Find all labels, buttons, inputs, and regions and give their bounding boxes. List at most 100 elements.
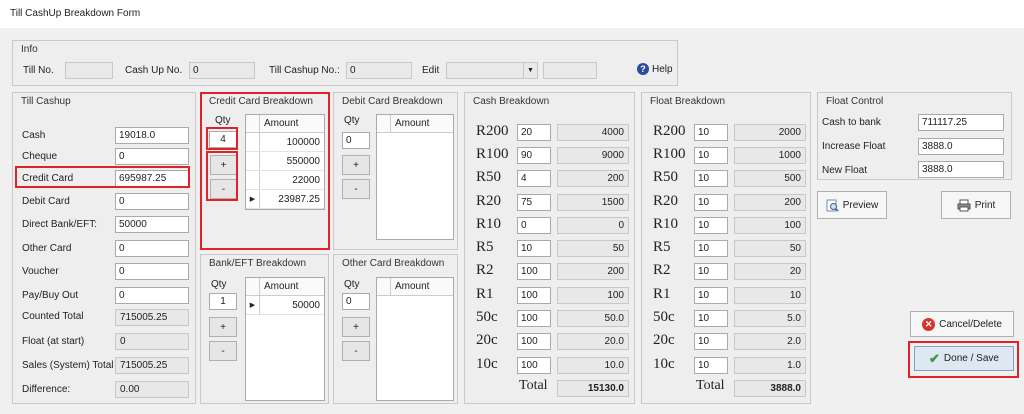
till-row-field[interactable]: 19018.0 bbox=[115, 127, 189, 144]
denomination-qty-field[interactable]: 20 bbox=[517, 124, 551, 141]
denomination-qty-field[interactable]: 100 bbox=[517, 287, 551, 304]
bank-amount-table[interactable]: Amount ▶ 50000 bbox=[245, 277, 325, 401]
debit-minus-button[interactable]: - bbox=[342, 179, 370, 199]
denomination-total: 20 bbox=[734, 263, 806, 280]
denomination-total: 0 bbox=[557, 217, 629, 234]
bank-minus-button[interactable]: - bbox=[209, 341, 237, 361]
denomination-qty-field[interactable]: 10 bbox=[694, 170, 728, 187]
till-row-field[interactable]: 0 bbox=[115, 287, 189, 304]
denomination-qty-field[interactable]: 10 bbox=[694, 357, 728, 374]
cash-to-bank-field[interactable]: 711117.25 bbox=[918, 114, 1004, 131]
denomination-label: R100 bbox=[653, 146, 686, 162]
cash-breakdown-title: Cash Breakdown bbox=[473, 96, 550, 107]
till-no-field[interactable] bbox=[65, 62, 113, 79]
denomination-qty-field[interactable]: 4 bbox=[517, 170, 551, 187]
till-row-field[interactable]: 0 bbox=[115, 148, 189, 165]
chevron-down-icon[interactable]: ▼ bbox=[523, 63, 537, 78]
denomination-qty-field[interactable]: 10 bbox=[694, 217, 728, 234]
difference-label: Difference: bbox=[22, 384, 71, 395]
bank-eft-title: Bank/EFT Breakdown bbox=[209, 258, 307, 269]
row-indicator: ▶ bbox=[246, 296, 260, 314]
cash-to-bank-label: Cash to bank bbox=[822, 117, 881, 128]
denomination-label: R2 bbox=[476, 262, 494, 278]
debit-plus-button[interactable]: + bbox=[342, 155, 370, 175]
float-breakdown-title: Float Breakdown bbox=[650, 96, 726, 107]
bank-plus-button[interactable]: + bbox=[209, 317, 237, 337]
till-row-field[interactable]: 0 bbox=[115, 240, 189, 257]
denomination-label: R50 bbox=[476, 169, 502, 185]
till-row-field[interactable]: 50000 bbox=[115, 216, 189, 233]
denomination-qty-field[interactable]: 10 bbox=[694, 287, 728, 304]
bank-qty-label: Qty bbox=[211, 279, 227, 290]
cashup-no-label: Cash Up No. bbox=[125, 65, 183, 76]
denomination-qty-field[interactable]: 10 bbox=[694, 240, 728, 257]
denomination-total: 50 bbox=[734, 240, 806, 257]
cashup-no-field[interactable]: 0 bbox=[189, 62, 255, 79]
preview-button[interactable]: Preview bbox=[817, 191, 887, 219]
denomination-qty-field[interactable]: 100 bbox=[517, 333, 551, 350]
amount-value[interactable]: 50000 bbox=[260, 296, 324, 314]
till-row-label: Cash bbox=[22, 130, 46, 141]
window-title: Till CashUp Breakdown Form bbox=[0, 0, 1024, 28]
difference-value: 0.00 bbox=[115, 381, 189, 398]
denomination-qty-field[interactable]: 10 bbox=[694, 124, 728, 141]
window: Till CashUp Breakdown Form Info Till No.… bbox=[0, 0, 1024, 414]
denomination-label: 50c bbox=[476, 309, 498, 325]
debit-card-group: Debit Card Breakdown Qty 0 + - Amount bbox=[333, 92, 458, 250]
debit-qty-label: Qty bbox=[344, 115, 360, 126]
new-float-field[interactable]: 3888.0 bbox=[918, 161, 1004, 178]
denomination-qty-field[interactable]: 100 bbox=[517, 310, 551, 327]
cancel-delete-label: Cancel/Delete bbox=[939, 318, 1002, 330]
denomination-qty-field[interactable]: 100 bbox=[517, 263, 551, 280]
till-cashup-no-field[interactable]: 0 bbox=[346, 62, 412, 79]
denomination-qty-field[interactable]: 100 bbox=[517, 357, 551, 374]
cancel-delete-button[interactable]: ✕ Cancel/Delete bbox=[910, 311, 1014, 337]
other-plus-button[interactable]: + bbox=[342, 317, 370, 337]
denomination-qty-field[interactable]: 75 bbox=[517, 194, 551, 211]
denomination-total: 1500 bbox=[557, 194, 629, 211]
till-cashup-no-label: Till Cashup No.: bbox=[269, 65, 340, 76]
denomination-total: 50.0 bbox=[557, 310, 629, 327]
bank-amount-header: Amount bbox=[264, 281, 299, 292]
info-title: Info bbox=[21, 44, 38, 55]
other-amount-table[interactable]: Amount bbox=[376, 277, 454, 401]
cash-breakdown-group: Cash Breakdown R200 20 4000 R100 90 9000 R50 4 2… bbox=[464, 92, 635, 404]
denomination-qty-field[interactable]: 0 bbox=[517, 217, 551, 234]
denomination-label: R50 bbox=[653, 169, 679, 185]
help-button[interactable]: ? Help bbox=[637, 63, 673, 75]
denomination-qty-field[interactable]: 10 bbox=[694, 333, 728, 350]
denomination-qty-field[interactable]: 10 bbox=[694, 147, 728, 164]
denomination-label: R5 bbox=[476, 239, 494, 255]
denomination-label: R20 bbox=[653, 193, 679, 209]
credit-qty-highlight bbox=[206, 127, 238, 150]
debit-qty-field[interactable]: 0 bbox=[342, 132, 370, 149]
cancel-icon: ✕ bbox=[922, 317, 936, 331]
float-total-value: 3888.0 bbox=[734, 380, 806, 397]
till-row-field[interactable]: 0 bbox=[115, 263, 189, 280]
till-row-label: Direct Bank/EFT: bbox=[22, 219, 98, 230]
denomination-total: 2.0 bbox=[734, 333, 806, 350]
increase-float-field[interactable]: 3888.0 bbox=[918, 138, 1004, 155]
debit-amount-table[interactable]: Amount bbox=[376, 114, 454, 240]
denomination-qty-field[interactable]: 10 bbox=[694, 310, 728, 327]
other-qty-field[interactable]: 0 bbox=[342, 293, 370, 310]
edit-extra-field[interactable] bbox=[543, 62, 597, 79]
amount-row[interactable]: ▶ 50000 bbox=[246, 296, 324, 315]
print-button[interactable]: Print bbox=[941, 191, 1011, 219]
denomination-qty-field[interactable]: 10 bbox=[517, 240, 551, 257]
denomination-qty-field[interactable]: 10 bbox=[694, 194, 728, 211]
other-card-group: Other Card Breakdown Qty 0 + - Amount bbox=[333, 254, 458, 404]
preview-label: Preview bbox=[842, 199, 879, 211]
till-cashup-title: Till Cashup bbox=[21, 96, 71, 107]
denomination-total: 1000 bbox=[734, 147, 806, 164]
bank-qty-field[interactable]: 1 bbox=[209, 293, 237, 310]
denomination-qty-field[interactable]: 90 bbox=[517, 147, 551, 164]
bank-eft-group: Bank/EFT Breakdown Qty 1 + - Amount ▶ 500… bbox=[200, 254, 329, 404]
denomination-label: R200 bbox=[653, 123, 686, 139]
other-minus-button[interactable]: - bbox=[342, 341, 370, 361]
till-row-field[interactable]: 0 bbox=[115, 193, 189, 210]
till-row-label: Voucher bbox=[22, 266, 59, 277]
denomination-qty-field[interactable]: 10 bbox=[694, 263, 728, 280]
counted-total-value: 715005.25 bbox=[115, 309, 189, 326]
edit-select[interactable]: ▼ bbox=[446, 62, 538, 79]
